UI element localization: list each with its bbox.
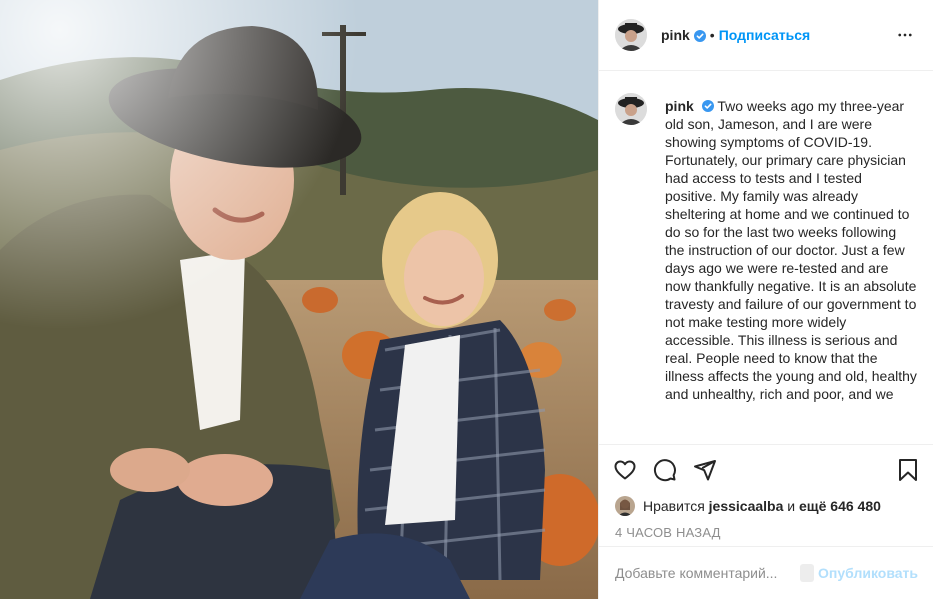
caption-username[interactable]: pink <box>665 98 694 114</box>
share-icon[interactable] <box>693 458 717 482</box>
heart-icon[interactable] <box>613 458 637 482</box>
instagram-post: pink • Подписаться pink Two weeks ago my… <box>0 0 933 599</box>
liker-username[interactable]: jessicaalba <box>709 498 784 514</box>
publish-button[interactable]: Опубликовать <box>818 565 918 581</box>
author-avatar[interactable] <box>615 19 647 51</box>
comments-area[interactable]: pink Two weeks ago my three-year old son… <box>599 71 933 444</box>
likes-joiner: и <box>787 498 796 514</box>
comment-input[interactable] <box>615 565 800 581</box>
likes-count[interactable]: ещё 646 480 <box>799 498 881 514</box>
likes-prefix: Нравится <box>643 498 705 514</box>
emoji-icon[interactable] <box>800 564 814 582</box>
liker-avatar[interactable] <box>615 496 635 516</box>
caption-avatar[interactable] <box>615 93 647 125</box>
verified-badge-icon <box>701 98 714 112</box>
likes-summary: Нравится jessicaalba и ещё 646 480 <box>599 495 933 517</box>
avatar-image <box>615 93 647 125</box>
caption-text: Two weeks ago my three-year old son, Jam… <box>665 98 917 402</box>
post-timestamp[interactable]: 4 ЧАСОВ НАЗАД <box>599 517 933 540</box>
post-photo[interactable] <box>0 0 598 599</box>
post-header: pink • Подписаться <box>599 0 933 71</box>
verified-badge-icon <box>693 29 706 42</box>
post-side-panel: pink • Подписаться pink Two weeks ago my… <box>598 0 933 599</box>
post-caption: pink Two weeks ago my three-year old son… <box>665 87 917 444</box>
add-comment-bar: Опубликовать <box>599 546 933 599</box>
avatar-image <box>615 19 647 51</box>
action-icons <box>599 445 933 495</box>
more-options-icon[interactable] <box>893 23 917 47</box>
photo-illustration <box>0 0 598 599</box>
separator-dot: • <box>709 27 715 43</box>
comment-icon[interactable] <box>653 458 677 482</box>
post-actions: Нравится jessicaalba и ещё 646 480 4 ЧАС… <box>599 444 933 540</box>
follow-button[interactable]: Подписаться <box>719 27 811 43</box>
bookmark-icon[interactable] <box>896 458 920 482</box>
author-username[interactable]: pink <box>661 27 690 43</box>
